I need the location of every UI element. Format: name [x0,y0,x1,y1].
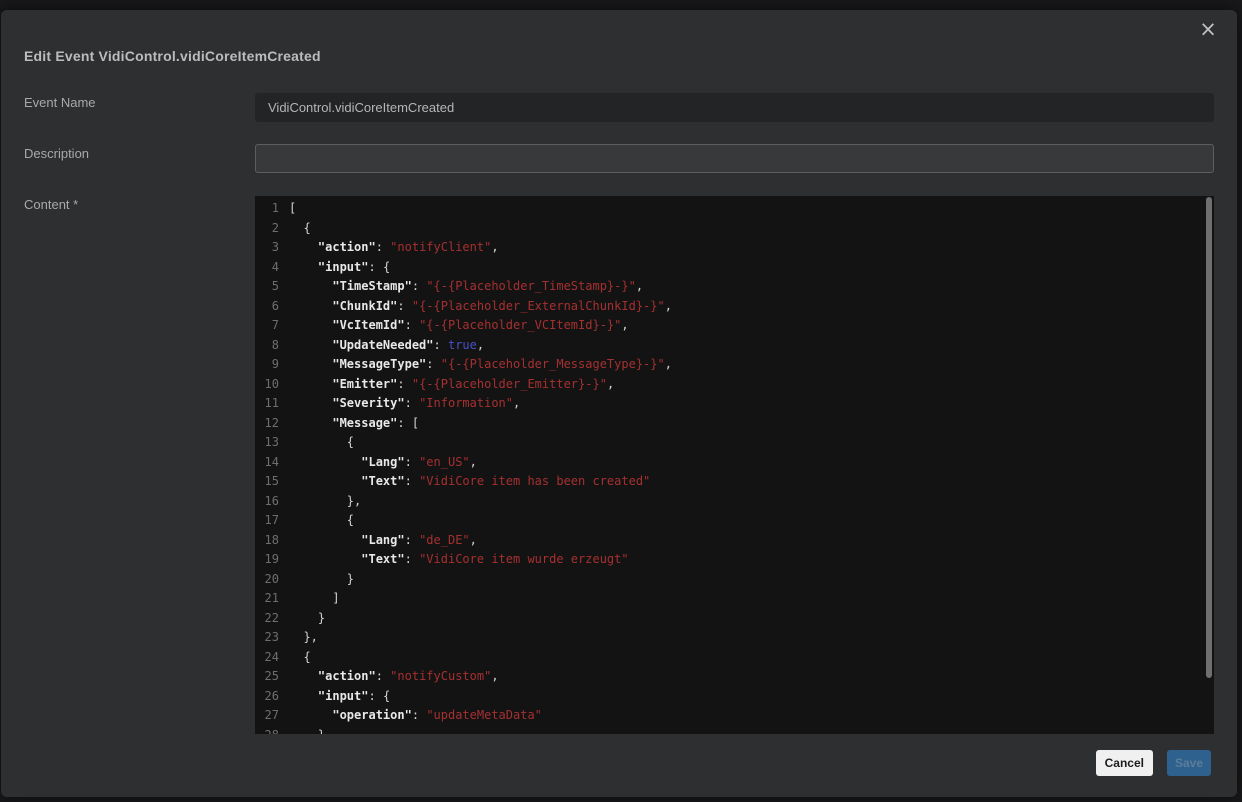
code-line-text: "Emitter": "{-{Placeholder_Emitter}-}", [289,375,614,395]
code-line: 19 "Text": "VidiCore item wurde erzeugt" [255,550,1214,570]
code-line-text: }, [289,492,361,512]
line-number: 20 [255,570,279,590]
code-line: 4 "input": { [255,258,1214,278]
cancel-button[interactable]: Cancel [1096,750,1153,776]
code-line-text: "TimeStamp": "{-{Placeholder_TimeStamp}-… [289,277,643,297]
line-number: 3 [255,238,279,258]
code-line-text: [ [289,199,296,219]
code-line: 8 "UpdateNeeded": true, [255,336,1214,356]
code-line-text: "ChunkId": "{-{Placeholder_ExternalChunk… [289,297,672,317]
code-line-text: "input": { [289,687,390,707]
code-line-text: "Lang": "en_US", [289,453,477,473]
save-button[interactable]: Save [1167,750,1211,776]
code-line: 7 "VcItemId": "{-{Placeholder_VCItemId}-… [255,316,1214,336]
event-name-input[interactable] [255,93,1214,122]
line-number: 23 [255,628,279,648]
code-line-text: "operation": "updateMetaData" [289,706,542,726]
line-number: 26 [255,687,279,707]
close-icon[interactable]: × [1195,16,1221,42]
line-number: 1 [255,199,279,219]
line-number: 10 [255,375,279,395]
description-input[interactable] [255,144,1214,173]
code-line: 13 { [255,433,1214,453]
dialog-title: Edit Event VidiControl.vidiCoreItemCreat… [24,48,321,64]
code-line: 15 "Text": "VidiCore item has been creat… [255,472,1214,492]
code-line: 26 "input": { [255,687,1214,707]
code-line-text: { [289,433,354,453]
code-line: 28 } [255,726,1214,735]
code-line: 17 { [255,511,1214,531]
line-number: 24 [255,648,279,668]
line-number: 12 [255,414,279,434]
line-number: 15 [255,472,279,492]
line-number: 2 [255,219,279,239]
line-number: 6 [255,297,279,317]
event-name-label: Event Name [24,95,96,110]
line-number: 5 [255,277,279,297]
line-number: 14 [255,453,279,473]
code-line-text: { [289,219,311,239]
description-label: Description [24,146,89,161]
content-label: Content * [24,197,78,212]
code-lines: 1[2 {3 "action": "notifyClient",4 "input… [255,196,1214,734]
code-line-text: "action": "notifyClient", [289,238,499,258]
code-line: 5 "TimeStamp": "{-{Placeholder_TimeStamp… [255,277,1214,297]
edit-event-dialog: Edit Event VidiControl.vidiCoreItemCreat… [1,10,1237,797]
code-line-text: "Message": [ [289,414,419,434]
line-number: 8 [255,336,279,356]
code-line: 12 "Message": [ [255,414,1214,434]
code-line-text: "VcItemId": "{-{Placeholder_VCItemId}-}"… [289,316,629,336]
code-line: 22 } [255,609,1214,629]
line-number: 25 [255,667,279,687]
code-line: 18 "Lang": "de_DE", [255,531,1214,551]
code-line-text: } [289,726,325,735]
code-line-text: "UpdateNeeded": true, [289,336,484,356]
code-line: 24 { [255,648,1214,668]
code-line-text: }, [289,628,318,648]
code-line: 9 "MessageType": "{-{Placeholder_Message… [255,355,1214,375]
line-number: 9 [255,355,279,375]
line-number: 21 [255,589,279,609]
code-line-text: { [289,511,354,531]
code-line: 23 }, [255,628,1214,648]
code-line: 1[ [255,199,1214,219]
code-line: 14 "Lang": "en_US", [255,453,1214,473]
code-line-text: { [289,648,311,668]
code-line-text: ] [289,589,340,609]
line-number: 4 [255,258,279,278]
code-line: 20 } [255,570,1214,590]
code-line: 10 "Emitter": "{-{Placeholder_Emitter}-}… [255,375,1214,395]
code-line: 11 "Severity": "Information", [255,394,1214,414]
line-number: 22 [255,609,279,629]
code-line-text: "MessageType": "{-{Placeholder_MessageTy… [289,355,672,375]
code-line: 27 "operation": "updateMetaData" [255,706,1214,726]
code-line-text: } [289,570,354,590]
line-number: 27 [255,706,279,726]
line-number: 11 [255,394,279,414]
code-line: 21 ] [255,589,1214,609]
line-number: 13 [255,433,279,453]
code-line: 25 "action": "notifyCustom", [255,667,1214,687]
content-editor[interactable]: 1[2 {3 "action": "notifyClient",4 "input… [255,196,1214,734]
line-number: 18 [255,531,279,551]
line-number: 16 [255,492,279,512]
code-line-text: "Lang": "de_DE", [289,531,477,551]
code-line: 3 "action": "notifyClient", [255,238,1214,258]
code-line: 2 { [255,219,1214,239]
line-number: 28 [255,726,279,735]
code-line: 6 "ChunkId": "{-{Placeholder_ExternalChu… [255,297,1214,317]
code-line-text: "input": { [289,258,390,278]
editor-scrollbar-thumb[interactable] [1206,197,1212,678]
line-number: 17 [255,511,279,531]
code-line-text: "action": "notifyCustom", [289,667,499,687]
code-line-text: "Severity": "Information", [289,394,520,414]
code-line-text: } [289,609,325,629]
line-number: 19 [255,550,279,570]
code-line-text: "Text": "VidiCore item wurde erzeugt" [289,550,629,570]
code-line-text: "Text": "VidiCore item has been created" [289,472,650,492]
code-line: 16 }, [255,492,1214,512]
line-number: 7 [255,316,279,336]
